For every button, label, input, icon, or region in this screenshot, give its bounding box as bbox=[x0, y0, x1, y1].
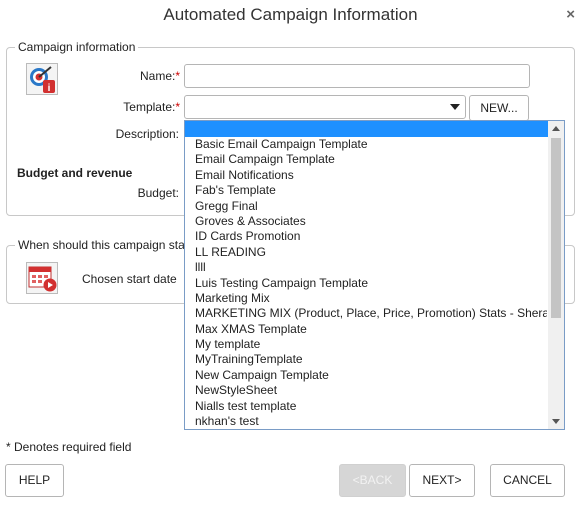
chevron-down-icon bbox=[450, 104, 460, 110]
help-button[interactable]: HELP bbox=[5, 464, 64, 497]
dropdown-option[interactable]: Email Campaign Template bbox=[185, 152, 547, 167]
dropdown-option[interactable]: nkhan's test bbox=[185, 414, 547, 429]
new-template-button[interactable]: NEW... bbox=[469, 95, 529, 121]
dropdown-option[interactable]: MyTrainingTemplate bbox=[185, 352, 547, 367]
start-date-label: Chosen start date bbox=[82, 272, 177, 286]
svg-text:i: i bbox=[48, 83, 51, 94]
dropdown-option[interactable]: Basic Email Campaign Template bbox=[185, 137, 547, 152]
window-title: Automated Campaign Information bbox=[163, 5, 418, 24]
scroll-up-icon[interactable] bbox=[552, 126, 560, 131]
budget-heading: Budget and revenue bbox=[17, 166, 133, 180]
name-label: Name:* bbox=[139, 69, 180, 83]
dropdown-option[interactable]: ID Cards Promotion bbox=[185, 229, 547, 244]
description-label: Description: bbox=[115, 127, 179, 141]
dropdown-option[interactable]: Nialls test template bbox=[185, 399, 547, 414]
budget-label: Budget: bbox=[137, 186, 179, 200]
dropdown-option[interactable]: Marketing Mix bbox=[185, 291, 547, 306]
required-field-note: * Denotes required field bbox=[6, 440, 132, 454]
template-label: Template:* bbox=[123, 100, 180, 114]
dropdown-option[interactable]: New Campaign Template bbox=[185, 368, 547, 383]
dropdown-option[interactable]: NewStyleSheet bbox=[185, 383, 547, 398]
campaign-information-legend: Campaign information bbox=[18, 40, 136, 54]
dropdown-option[interactable]: Fab's Template bbox=[185, 183, 547, 198]
dropdown-blank-option[interactable] bbox=[185, 121, 549, 137]
close-icon[interactable]: × bbox=[566, 6, 575, 23]
dropdown-option[interactable]: llll bbox=[185, 260, 547, 275]
dropdown-option[interactable]: Groves & Associates bbox=[185, 214, 547, 229]
dropdown-options: Basic Email Campaign Template Email Camp… bbox=[185, 137, 547, 429]
cancel-button[interactable]: CANCEL bbox=[490, 464, 565, 497]
template-dropdown-list[interactable]: Basic Email Campaign Template Email Camp… bbox=[184, 120, 565, 430]
next-button[interactable]: NEXT> bbox=[409, 464, 475, 497]
dropdown-option[interactable]: My template bbox=[185, 337, 547, 352]
dropdown-option[interactable]: Email Notifications bbox=[185, 168, 547, 183]
back-button[interactable]: <BACK bbox=[339, 464, 406, 497]
name-input[interactable] bbox=[184, 64, 530, 88]
dropdown-option[interactable]: Gregg Final bbox=[185, 199, 547, 214]
dropdown-option[interactable]: Max XMAS Template bbox=[185, 322, 547, 337]
calendar-icon bbox=[26, 262, 58, 294]
schedule-legend: When should this campaign sta bbox=[18, 238, 185, 252]
dropdown-scrollbar[interactable] bbox=[548, 121, 564, 429]
dropdown-option[interactable]: Luis Testing Campaign Template bbox=[185, 276, 547, 291]
template-select[interactable] bbox=[184, 95, 466, 119]
campaign-info-icon: i bbox=[26, 63, 58, 95]
scrollbar-thumb[interactable] bbox=[551, 138, 561, 318]
dropdown-option[interactable]: MARKETING MIX (Product, Place, Price, Pr… bbox=[185, 306, 547, 321]
dropdown-option[interactable]: LL READING bbox=[185, 245, 547, 260]
scroll-down-icon[interactable] bbox=[552, 419, 560, 424]
